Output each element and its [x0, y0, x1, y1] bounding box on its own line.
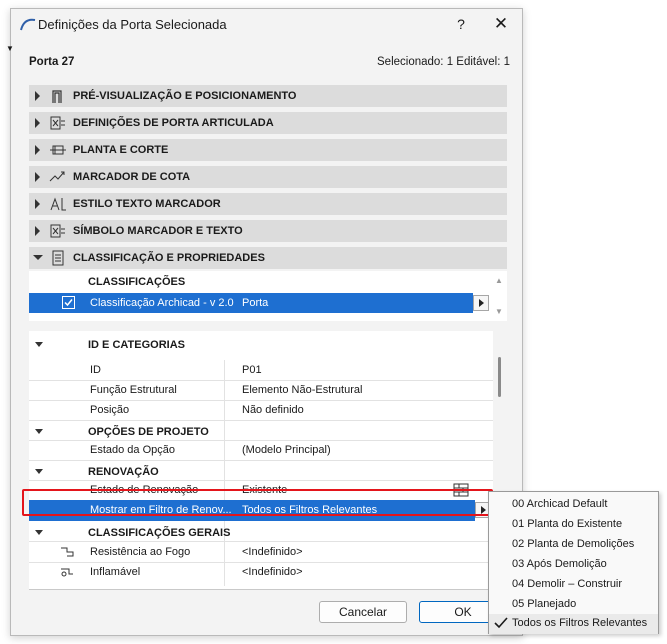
property-row[interactable]: Posição Não definido [29, 400, 493, 420]
property-value[interactable]: Elemento Não-Estrutural [242, 384, 362, 396]
door-settings-icon [50, 116, 65, 130]
option-label: 04 Demolir – Construir [512, 578, 623, 590]
expand-arrow-icon [35, 172, 40, 182]
group-id-categories: ID E CATEGORIAS [88, 339, 185, 351]
property-row[interactable]: Resistência ao Fogo <Indefinido> [29, 542, 493, 562]
section-label: MARCADOR DE COTA [73, 171, 191, 183]
scroll-down-icon[interactable]: ▼ [495, 307, 503, 316]
collapse-arrow-icon[interactable] [35, 530, 43, 535]
section-label: SÍMBOLO MARCADOR E TEXTO [73, 225, 243, 237]
door-frame-icon [52, 90, 62, 103]
collapse-arrow-icon[interactable] [35, 342, 43, 347]
classification-value: Porta [242, 297, 269, 309]
section-plan-section[interactable]: PLANTA E CORTE [29, 139, 507, 161]
dropdown-option[interactable]: 00 Archicad Default [489, 495, 658, 515]
option-label: 02 Planta de Demolições [512, 538, 635, 550]
collapse-arrow-icon[interactable] [35, 469, 43, 474]
dialog-title: Definições da Porta Selecionada [38, 17, 227, 32]
dropdown-mark-icon[interactable]: ▼ [6, 44, 14, 53]
plan-section-icon [50, 145, 66, 155]
expand-arrow-icon [35, 145, 40, 155]
section-classification-properties[interactable]: CLASSIFICAÇÃO E PROPRIEDADES [29, 247, 507, 269]
section-label: CLASSIFICAÇÃO E PROPRIEDADES [73, 252, 265, 264]
properties-scrollbar[interactable] [498, 357, 501, 397]
group-general-classifications: CLASSIFICAÇÕES GERAIS [88, 527, 231, 539]
property-value[interactable]: Não definido [242, 404, 304, 416]
title-bar: Definições da Porta Selecionada ? ✕ [11, 9, 522, 39]
door-settings-dialog: Definições da Porta Selecionada ? ✕ ▼ Po… [6, 8, 523, 636]
close-button[interactable]: ✕ [489, 13, 513, 35]
highlight-annotation [22, 489, 493, 516]
classifications-header: CLASSIFICAÇÕES [88, 276, 186, 288]
property-key: Função Estrutural [90, 384, 177, 396]
section-label: ESTILO TEXTO MARCADOR [73, 198, 221, 210]
section-swing-door-settings[interactable]: DEFINIÇÕES DE PORTA ARTICULADA [29, 112, 507, 134]
classification-row[interactable]: Classificação Archicad - v 2.0 Porta [29, 293, 473, 313]
option-label: 01 Planta do Existente [512, 518, 623, 530]
element-name: Porta 27 [29, 56, 75, 68]
linked-property-icon [61, 547, 74, 557]
expand-arrow-icon [35, 199, 40, 209]
cancel-button[interactable]: Cancelar [319, 601, 407, 623]
section-label: PRÉ-VISUALIZAÇÃO E POSICIONAMENTO [73, 90, 297, 102]
classification-system: Classificação Archicad - v 2.0 [90, 297, 234, 309]
classification-select-button[interactable] [473, 295, 489, 311]
selection-info: Selecionado: 1 Editável: 1 [377, 56, 510, 68]
option-label: 05 Planejado [512, 598, 577, 610]
classification-icon [52, 250, 64, 266]
property-key: Resistência ao Fogo [90, 546, 191, 558]
checkmark-icon [494, 617, 508, 629]
property-value[interactable]: (Modelo Principal) [242, 444, 331, 456]
section-marker-symbol-text[interactable]: SÍMBOLO MARCADOR E TEXTO [29, 220, 507, 242]
property-value[interactable]: <Indefinido> [242, 566, 303, 578]
property-row[interactable]: ID P01 [29, 360, 493, 380]
properties-panel: ID E CATEGORIAS ID P01 Função Estrutural… [29, 331, 501, 589]
section-label: DEFINIÇÕES DE PORTA ARTICULADA [73, 117, 274, 129]
archicad-logo-icon [20, 18, 36, 31]
checkbox-checked-icon[interactable] [62, 296, 75, 309]
property-value[interactable]: P01 [242, 364, 262, 376]
section-dimension-marker[interactable]: MARCADOR DE COTA [29, 166, 507, 188]
help-button[interactable]: ? [451, 14, 471, 34]
property-key: Inflamável [90, 566, 141, 578]
property-key: Posição [90, 404, 130, 416]
linked-property-icon [61, 568, 73, 577]
section-preview-positioning[interactable]: PRÉ-VISUALIZAÇÃO E POSICIONAMENTO [29, 85, 507, 107]
dropdown-option-selected[interactable]: Todos os Filtros Relevantes [489, 614, 658, 634]
property-row[interactable]: Função Estrutural Elemento Não-Estrutura… [29, 380, 493, 400]
property-row[interactable]: Inflamável <Indefinido> [29, 562, 493, 582]
dropdown-option[interactable]: 04 Demolir – Construir [489, 575, 658, 595]
dropdown-option[interactable]: 01 Planta do Existente [489, 515, 658, 535]
property-value[interactable]: <Indefinido> [242, 546, 303, 558]
expand-arrow-icon [35, 118, 40, 128]
option-label: Todos os Filtros Relevantes [512, 617, 648, 629]
row-divider [29, 460, 493, 461]
renovation-filter-dropdown: 00 Archicad Default 01 Planta do Existen… [488, 491, 659, 634]
property-key: Estado da Opção [90, 444, 176, 456]
option-label: 03 Após Demolição [512, 558, 607, 570]
group-renovation: RENOVAÇÃO [88, 466, 159, 478]
row-divider [29, 420, 493, 421]
property-key: ID [90, 364, 101, 376]
scroll-up-icon[interactable]: ▲ [495, 276, 503, 285]
dropdown-option[interactable]: 03 Após Demolição [489, 555, 658, 575]
expand-arrow-icon [35, 226, 40, 236]
classifications-panel: CLASSIFICAÇÕES Classificação Archicad - … [29, 271, 507, 321]
collapse-arrow-icon [33, 255, 43, 260]
collapse-arrow-icon[interactable] [35, 429, 43, 434]
section-label: PLANTA E CORTE [73, 144, 169, 156]
property-row[interactable]: Estado da Opção (Modelo Principal) [29, 440, 493, 460]
dropdown-option[interactable]: 02 Planta de Demolições [489, 535, 658, 555]
dimension-marker-icon [49, 171, 65, 182]
group-project-options: OPÇÕES DE PROJETO [88, 426, 209, 438]
dropdown-option[interactable]: 05 Planejado [489, 595, 658, 615]
expand-arrow-icon [35, 91, 40, 101]
marker-symbol-icon [50, 224, 65, 238]
footer-divider [29, 589, 507, 590]
text-style-icon [50, 197, 66, 211]
option-label: 00 Archicad Default [512, 498, 608, 510]
section-marker-text-style[interactable]: ESTILO TEXTO MARCADOR [29, 193, 507, 215]
